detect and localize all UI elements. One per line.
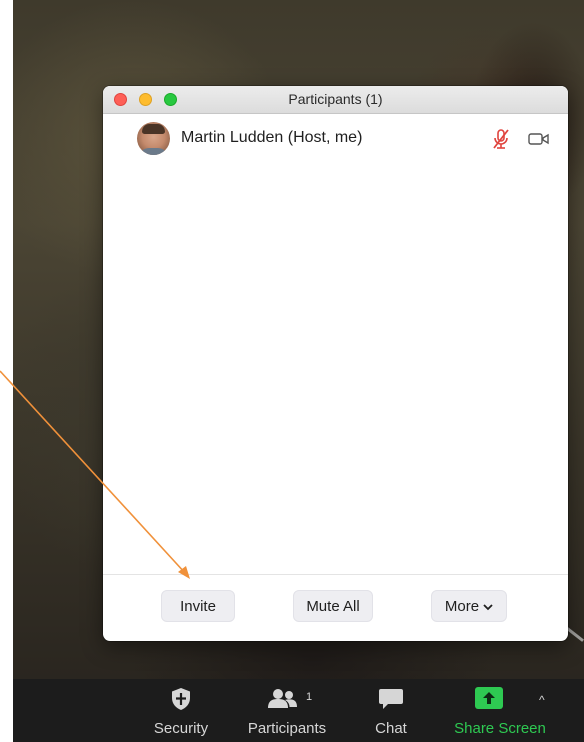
share-screen-button[interactable]: ^ Share Screen — [445, 679, 555, 742]
footer-divider — [103, 574, 568, 575]
mute-all-button[interactable]: Mute All — [293, 590, 373, 622]
avatar — [137, 122, 170, 155]
invite-button[interactable]: Invite — [161, 590, 235, 622]
mic-muted-icon[interactable] — [491, 128, 511, 150]
screen: Participants (1) Martin Ludden (Host, me… — [0, 0, 584, 742]
participants-button[interactable]: 1 Participants — [237, 679, 337, 742]
meeting-toolbar: Security 1 Participants Chat ^ Share Scr… — [13, 679, 584, 742]
more-button[interactable]: More — [431, 590, 507, 622]
shield-icon — [172, 688, 190, 710]
security-label: Security — [153, 720, 209, 737]
security-button[interactable]: Security — [141, 679, 221, 742]
chat-label: Chat — [375, 720, 407, 737]
share-screen-label: Share Screen — [454, 720, 546, 737]
participant-name: Martin Ludden (Host, me) — [181, 129, 363, 146]
share-up-arrow-icon — [475, 687, 503, 709]
people-icon — [268, 689, 297, 708]
chat-button[interactable]: Chat — [361, 679, 421, 742]
share-options-caret-icon[interactable]: ^ — [539, 693, 545, 707]
window-title: Participants (1) — [288, 91, 383, 107]
participants-window: Participants (1) Martin Ludden (Host, me… — [103, 86, 568, 641]
video-off-icon[interactable] — [528, 131, 550, 147]
participant-row[interactable]: Martin Ludden (Host, me) — [103, 122, 568, 156]
chat-bubble-icon — [379, 689, 403, 709]
participants-label: Participants — [247, 720, 327, 737]
window-titlebar[interactable]: Participants (1) — [103, 86, 568, 114]
more-button-label: More — [444, 598, 480, 615]
participants-count: 1 — [306, 691, 313, 703]
chevron-down-icon — [483, 604, 493, 611]
